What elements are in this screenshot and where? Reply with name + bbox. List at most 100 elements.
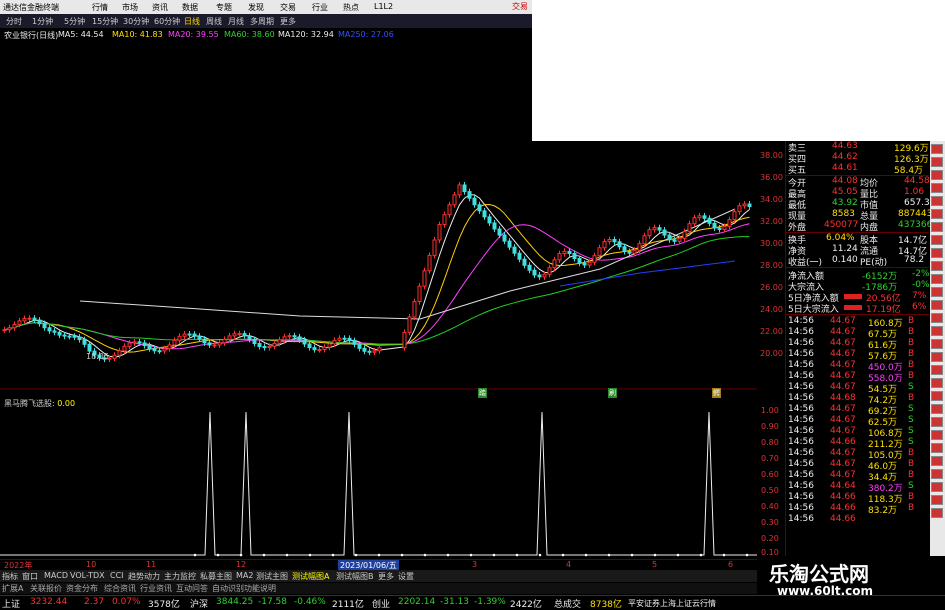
menu-item[interactable]: 发现: [248, 2, 264, 13]
tool-icon[interactable]: [931, 248, 943, 258]
price-tick: 36.00: [760, 173, 783, 182]
candle-body: [707, 217, 712, 224]
tool-icon[interactable]: [931, 287, 943, 297]
tab-test-main[interactable]: 测试主图: [256, 571, 288, 582]
period-item[interactable]: 更多: [280, 16, 296, 27]
stock-name: 农业银行(日线): [4, 31, 59, 40]
ma10-label: MA10: 41.83: [112, 30, 163, 39]
menu-item[interactable]: 交易: [280, 2, 296, 13]
index-name[interactable]: 创业: [372, 597, 390, 610]
tool-icon[interactable]: [931, 313, 943, 323]
tab-indicator[interactable]: 指标: [2, 571, 18, 582]
tool-icon[interactable]: [931, 222, 943, 232]
index-name[interactable]: 沪深: [190, 597, 208, 610]
menu-item[interactable]: 行情: [92, 2, 108, 13]
period-item[interactable]: 15分钟: [92, 16, 118, 27]
menu-item[interactable]: L1L2: [374, 2, 393, 11]
tool-icon[interactable]: [931, 495, 943, 505]
tool-icon[interactable]: [931, 274, 943, 284]
tab-trend[interactable]: 趋势动力: [128, 571, 160, 582]
tool-icon[interactable]: [931, 196, 943, 206]
tab-test-b[interactable]: 测试幅图B: [336, 571, 374, 582]
candle-body: [322, 346, 327, 351]
period-item[interactable]: 月线: [228, 16, 244, 27]
period-item[interactable]: 5分钟: [64, 16, 85, 27]
subtab-item[interactable]: 自动识别功能说明: [212, 583, 276, 594]
candle-body: [412, 301, 417, 318]
subtab-item[interactable]: 行业资讯: [140, 583, 172, 594]
tool-icon[interactable]: [931, 209, 943, 219]
candle-body: [582, 262, 587, 266]
candle-body: [227, 335, 232, 340]
tick-cell: B: [908, 349, 915, 359]
candle-body: [522, 258, 527, 266]
tool-icon[interactable]: [931, 391, 943, 401]
tab-settings[interactable]: 设置: [398, 571, 414, 582]
tool-icon[interactable]: [931, 430, 943, 440]
tool-icon[interactable]: [931, 365, 943, 375]
tool-icon[interactable]: [931, 300, 943, 310]
subtab-item[interactable]: 关联报价: [30, 583, 62, 594]
tab-cci[interactable]: CCI: [110, 571, 124, 580]
period-item[interactable]: 多周期: [250, 16, 274, 27]
tool-icon[interactable]: [931, 508, 943, 518]
tool-icon[interactable]: [931, 482, 943, 492]
candle-body: [632, 249, 637, 254]
index-name[interactable]: 上证: [2, 597, 20, 610]
tool-icon[interactable]: [931, 235, 943, 245]
tab-private-main[interactable]: 私募主图: [200, 571, 232, 582]
candle-body: [462, 184, 467, 193]
tool-icon[interactable]: [931, 144, 943, 154]
tool-icon[interactable]: [931, 170, 943, 180]
subtab-item[interactable]: 资金分布: [66, 583, 98, 594]
price-tick: 20.00: [760, 349, 783, 358]
menu-item[interactable]: 行业: [312, 2, 328, 13]
menu-item[interactable]: 数据: [182, 2, 198, 13]
tool-icon[interactable]: [931, 456, 943, 466]
tab-main-monitor[interactable]: 主力监控: [164, 571, 196, 582]
tool-icon[interactable]: [931, 261, 943, 271]
tool-icon[interactable]: [931, 339, 943, 349]
tool-icon[interactable]: [931, 443, 943, 453]
candle-body: [417, 285, 422, 303]
menu-item[interactable]: 专题: [216, 2, 232, 13]
period-item[interactable]: 60分钟: [154, 16, 180, 27]
trade-button[interactable]: 交易: [512, 1, 528, 12]
tab-vol[interactable]: VOL-TDX: [70, 571, 105, 580]
candle-body: [687, 223, 692, 233]
signal-dot: [515, 553, 519, 557]
period-item[interactable]: 30分钟: [123, 16, 149, 27]
tool-icon[interactable]: [931, 157, 943, 167]
tab-more[interactable]: 更多: [378, 571, 394, 582]
tab-ma2[interactable]: MA2: [236, 571, 253, 580]
period-item[interactable]: 周线: [206, 16, 222, 27]
subtab-item[interactable]: 互动问答: [176, 583, 208, 594]
tick-cell: 14:56: [788, 338, 814, 348]
period-item-selected[interactable]: 日线: [184, 16, 200, 27]
tool-icon[interactable]: [931, 404, 943, 414]
tool-icon[interactable]: [931, 183, 943, 193]
tool-icon[interactable]: [931, 352, 943, 362]
tick-cell: 44.67: [830, 426, 856, 436]
tool-icon[interactable]: [931, 469, 943, 479]
candle-body: [672, 239, 677, 242]
candle-body: [77, 336, 82, 341]
price-chart[interactable]: [0, 41, 757, 390]
subtab-item[interactable]: 综合资讯: [104, 583, 136, 594]
tab-macd[interactable]: MACD: [44, 571, 68, 580]
tool-icon[interactable]: [931, 378, 943, 388]
tab-test-a[interactable]: 测试幅图A: [292, 571, 329, 582]
period-item[interactable]: 分时: [6, 16, 22, 27]
tool-icon[interactable]: [931, 417, 943, 427]
signal-chart[interactable]: [0, 394, 757, 559]
candle-body: [577, 257, 582, 264]
menu-item[interactable]: 热点: [343, 2, 359, 13]
tool-icon[interactable]: [931, 326, 943, 336]
menu-item[interactable]: 市场: [122, 2, 138, 13]
menu-item[interactable]: 资讯: [152, 2, 168, 13]
period-item[interactable]: 1分钟: [32, 16, 53, 27]
subtab-item[interactable]: 扩展A: [2, 583, 23, 594]
tick-cell: 14:56: [788, 514, 814, 524]
signal-tick: 0.20: [761, 534, 779, 543]
tab-window[interactable]: 窗口: [22, 571, 38, 582]
